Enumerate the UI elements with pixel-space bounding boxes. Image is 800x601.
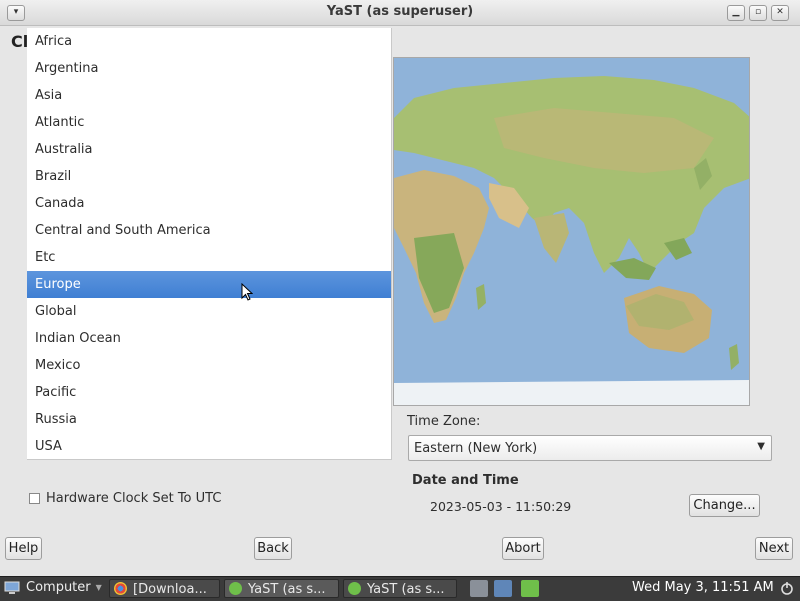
region-list[interactable]: Africa Argentina Asia Atlantic Australia Braz…	[27, 28, 392, 460]
start-label: Computer	[26, 580, 91, 595]
list-item-mexico[interactable]: Mexico	[27, 352, 391, 379]
page-heading: Cl	[11, 32, 29, 51]
taskbar: Computer ▼ [Downloa... YaST (as s... YaS…	[0, 576, 800, 601]
list-item-australia[interactable]: Australia	[27, 136, 391, 163]
list-item-europe[interactable]: Europe	[27, 271, 391, 298]
window-titlebar: ▾ YaST (as superuser) ▁ ▫ ✕	[0, 0, 800, 26]
screenshot-tray-icon[interactable]	[470, 580, 488, 597]
timezone-label: Time Zone:	[407, 414, 481, 429]
list-item-russia[interactable]: Russia	[27, 406, 391, 433]
list-item-africa[interactable]: Africa	[27, 28, 391, 55]
list-item-global[interactable]: Global	[27, 298, 391, 325]
list-item-atlantic[interactable]: Atlantic	[27, 109, 391, 136]
window-title: YaST (as superuser)	[326, 4, 474, 19]
minimize-button[interactable]: ▁	[727, 5, 745, 21]
taskbar-item-yast-1[interactable]: YaST (as s...	[224, 579, 339, 598]
yast-icon	[348, 582, 361, 595]
start-arrow-icon: ▼	[95, 583, 102, 592]
yast-tray-icon[interactable]	[521, 580, 539, 597]
start-menu-button[interactable]: Computer ▼	[4, 580, 102, 595]
date-time-title: Date and Time	[412, 473, 519, 488]
timezone-value: Eastern (New York)	[414, 441, 538, 456]
taskbar-item-yast-2[interactable]: YaST (as s...	[343, 579, 457, 598]
list-item-pacific[interactable]: Pacific	[27, 379, 391, 406]
hardware-clock-option[interactable]: Hardware Clock Set To UTC	[29, 491, 221, 506]
list-item-usa[interactable]: USA	[27, 433, 391, 460]
browser-icon	[114, 582, 127, 595]
list-item-asia[interactable]: Asia	[27, 82, 391, 109]
list-item-central-and-south-america[interactable]: Central and South America	[27, 217, 391, 244]
taskbar-clock[interactable]: Wed May 3, 11:51 AM	[632, 580, 774, 595]
list-item-indian-ocean[interactable]: Indian Ocean	[27, 325, 391, 352]
list-item-brazil[interactable]: Brazil	[27, 163, 391, 190]
power-icon[interactable]	[779, 580, 795, 596]
timezone-select[interactable]: Eastern (New York) ▼	[408, 435, 772, 461]
hardware-clock-checkbox[interactable]	[29, 493, 40, 504]
close-button[interactable]: ✕	[771, 5, 789, 21]
help-button[interactable]: Help	[5, 537, 42, 560]
dropdown-arrow-icon: ▼	[757, 441, 765, 452]
change-button[interactable]: Change...	[689, 494, 760, 517]
taskbar-item-downloads[interactable]: [Downloa...	[109, 579, 220, 598]
hardware-clock-label: Hardware Clock Set To UTC	[46, 491, 222, 506]
mouse-pointer-icon	[241, 283, 253, 301]
yast-icon	[229, 582, 242, 595]
world-map[interactable]	[393, 57, 750, 406]
world-map-image	[394, 58, 749, 405]
date-time-value: 2023-05-03 - 11:50:29	[430, 499, 572, 514]
back-button[interactable]: Back	[254, 537, 292, 560]
computer-icon	[4, 581, 20, 594]
list-item-argentina[interactable]: Argentina	[27, 55, 391, 82]
network-tray-icon[interactable]	[494, 580, 512, 597]
abort-button[interactable]: Abort	[502, 537, 544, 560]
list-item-etc[interactable]: Etc	[27, 244, 391, 271]
next-button[interactable]: Next	[755, 537, 793, 560]
list-item-canada[interactable]: Canada	[27, 190, 391, 217]
maximize-button[interactable]: ▫	[749, 5, 767, 21]
